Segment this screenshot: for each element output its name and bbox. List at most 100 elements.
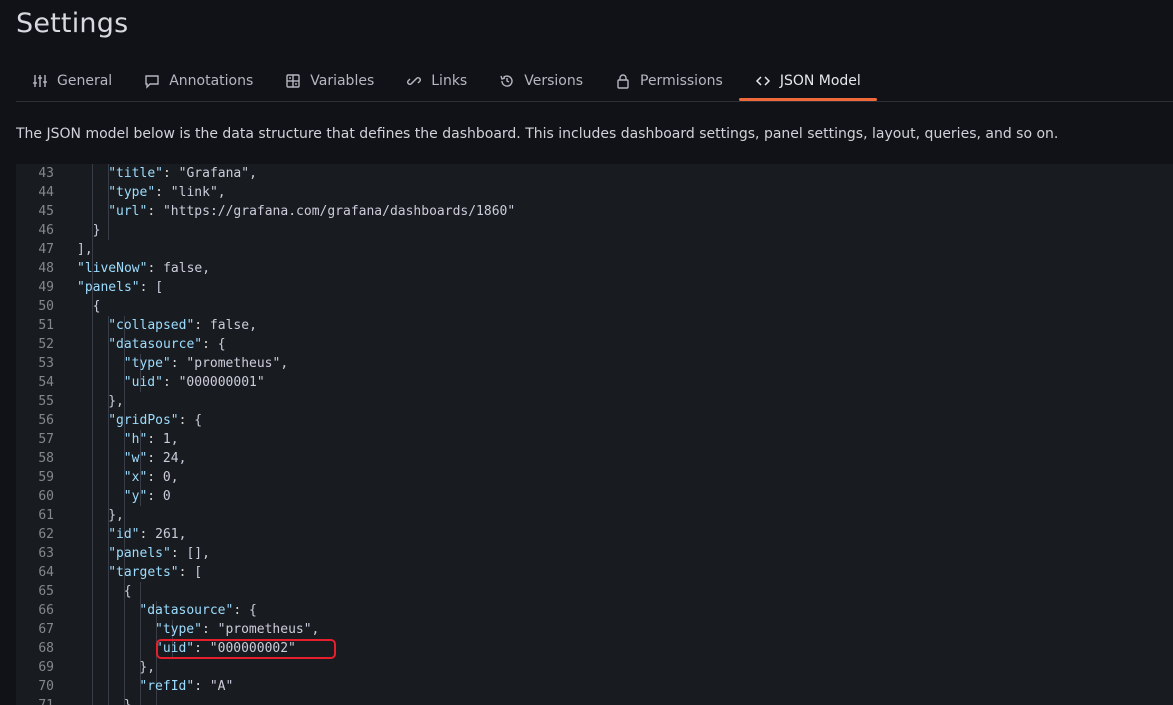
code-line: 64 "targets": [ (16, 563, 1173, 582)
code-text: ], (77, 242, 93, 257)
tab-label: JSON Model (779, 73, 861, 89)
code-text: "type": "link", (108, 185, 226, 200)
code-line: 61}, (16, 506, 1173, 525)
line-number: 68 (38, 641, 54, 656)
tab-label: Links (431, 73, 468, 89)
code-line: 48 "liveNow": false, (16, 259, 1173, 278)
line-number: 63 (38, 546, 54, 561)
code-text: "url": "https://grafana.com/grafana/dash… (108, 204, 516, 219)
line-number: 61 (38, 508, 54, 523)
code-line: 62 "id": 261, (16, 525, 1173, 544)
code-line: 54 "uid": "000000001" (16, 373, 1173, 392)
code-line: 52 "datasource": { (16, 335, 1173, 354)
code-line: 44 "type": "link", (16, 183, 1173, 202)
code-line: 67 "type": "prometheus", (16, 620, 1173, 639)
json-model-description: The JSON model below is the data structu… (16, 126, 1059, 142)
code-text: "panels": [ (77, 280, 164, 295)
calculator-icon (285, 73, 301, 89)
code-line: 57 "h": 1, (16, 430, 1173, 449)
line-number: 54 (38, 375, 54, 390)
code-text: { (92, 299, 101, 314)
sliders-icon (32, 73, 48, 89)
settings-tabs: General Annotations Variables Links Vers… (16, 64, 1173, 102)
tab-json-model[interactable]: JSON Model (738, 64, 877, 101)
code-brackets-icon (755, 73, 771, 89)
line-number: 49 (38, 280, 54, 295)
code-line: 45 "url": "https://grafana.com/grafana/da… (16, 202, 1173, 221)
line-number: 67 (38, 622, 54, 637)
code-line: 47], (16, 240, 1173, 259)
code-line: 58 "w": 24, (16, 449, 1173, 468)
code-text: "liveNow": false, (77, 261, 211, 276)
line-number: 51 (38, 318, 54, 333)
code-text: "collapsed": false, (108, 318, 257, 333)
code-text: { (123, 584, 132, 599)
tab-links[interactable]: Links (390, 64, 483, 98)
line-number: 45 (38, 204, 54, 219)
line-number: 47 (38, 242, 54, 257)
page-title: Settings (16, 8, 129, 39)
code-line: 43 "title": "Grafana", (16, 164, 1173, 183)
line-number: 64 (38, 565, 54, 580)
code-line: 51 "collapsed": false, (16, 316, 1173, 335)
line-number: 50 (38, 299, 54, 314)
code-line: 46} (16, 221, 1173, 240)
code-text: "datasource": { (108, 337, 226, 352)
line-number: 44 (38, 185, 54, 200)
line-number: 52 (38, 337, 54, 352)
line-number: 60 (38, 489, 54, 504)
line-number: 57 (38, 432, 54, 447)
tab-label: Annotations (169, 73, 254, 89)
history-icon (499, 73, 515, 89)
tab-annotations[interactable]: Annotations (128, 64, 269, 98)
line-number: 53 (38, 356, 54, 371)
tab-permissions[interactable]: Permissions (599, 64, 739, 98)
code-line: 56 "gridPos": { (16, 411, 1173, 430)
line-number: 66 (38, 603, 54, 618)
line-number: 48 (38, 261, 54, 276)
code-text: "w": 24, (123, 451, 187, 466)
line-number: 46 (38, 223, 54, 238)
code-line: 55}, (16, 392, 1173, 411)
code-line: 70 "refId": "A" (16, 677, 1173, 696)
code-text: "gridPos": { (108, 413, 203, 428)
link-icon (406, 73, 422, 89)
code-text: "title": "Grafana", (108, 166, 257, 181)
line-number: 43 (38, 166, 54, 181)
tab-general[interactable]: General (16, 64, 128, 98)
code-line: 59 "x": 0, (16, 468, 1173, 487)
code-line: 69}, (16, 658, 1173, 677)
code-text: "refId": "A" (139, 679, 234, 694)
code-text: }, (108, 508, 124, 523)
code-text: "h": 1, (123, 432, 179, 447)
lock-icon (615, 73, 631, 89)
tab-label: Permissions (640, 73, 723, 89)
line-number: 55 (38, 394, 54, 409)
code-line: 71} (16, 696, 1173, 705)
tab-variables[interactable]: Variables (269, 64, 390, 98)
line-number: 65 (38, 584, 54, 599)
line-number: 56 (38, 413, 54, 428)
code-text: "y": 0 (123, 489, 171, 504)
code-text: "type": "prometheus", (123, 356, 289, 371)
line-number: 71 (16, 696, 54, 705)
line-number: 70 (38, 679, 54, 694)
code-line: 65 { (16, 582, 1173, 601)
code-text: "targets": [ (108, 565, 203, 580)
code-text: "uid": "000000001" (123, 375, 265, 390)
code-line: 60 "y": 0 (16, 487, 1173, 506)
tab-label: Variables (310, 73, 375, 89)
tab-versions[interactable]: Versions (483, 64, 599, 98)
code-line: 49 "panels": [ (16, 278, 1173, 297)
code-text: }, (139, 660, 156, 675)
code-text: "panels": [], (108, 546, 210, 561)
line-number: 62 (38, 527, 54, 542)
code-text: } (124, 696, 132, 705)
code-text: "x": 0, (123, 470, 179, 485)
json-code-editor[interactable]: 43 "title": "Grafana", 44 "type": "link", 45… (16, 164, 1173, 705)
tab-label: Versions (524, 73, 583, 89)
code-text: "id": 261, (108, 527, 187, 542)
code-text: }, (108, 394, 124, 409)
code-line: 53 "type": "prometheus", (16, 354, 1173, 373)
line-number: 69 (38, 660, 54, 675)
